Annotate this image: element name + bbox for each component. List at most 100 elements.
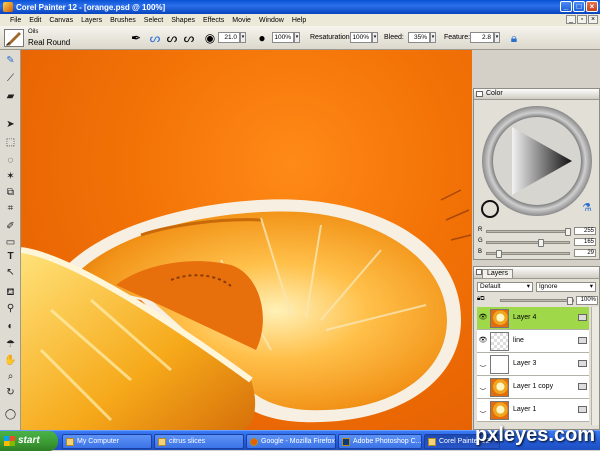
green-value[interactable]: 165 [574, 238, 596, 246]
opacity-field[interactable]: 100% [272, 32, 294, 43]
stroke-type-curve-icon[interactable]: ᔕ [181, 30, 197, 46]
task-firefox[interactable]: Google - Mozilla Firefox [246, 434, 336, 449]
depth-option-select[interactable]: Ignore ▾ [536, 282, 596, 292]
feature-stepper[interactable]: ▾ [494, 32, 500, 43]
layer-opacity-value[interactable]: 100% [576, 296, 598, 305]
menu-help[interactable]: Help [288, 17, 310, 24]
minimize-icon[interactable]: _ [560, 1, 572, 12]
magnifier-icon[interactable]: ⌕ [3, 370, 18, 384]
layer-row[interactable]: 👁︎ Layer 4 [477, 307, 589, 330]
blend-icon[interactable]: ☂ [3, 338, 18, 352]
doc-restore-icon[interactable]: ▫ [577, 15, 587, 24]
layer-name: Layer 1 [513, 406, 537, 413]
blue-value[interactable]: 29 [574, 249, 596, 257]
menu-brushes[interactable]: Brushes [106, 17, 140, 24]
layer-row[interactable]: ‿ Layer 1 copy [477, 376, 589, 399]
menu-layers[interactable]: Layers [77, 17, 106, 24]
stroke-type-straight-icon[interactable]: ᔕ [164, 30, 180, 46]
blue-slider[interactable]: B 29 [478, 249, 597, 258]
blue-slider-knob[interactable] [495, 250, 502, 258]
eye-closed-icon[interactable]: ‿ [478, 383, 488, 391]
hand-icon[interactable]: ✋ [3, 354, 18, 368]
red-slider-knob[interactable] [565, 228, 571, 236]
task-photoshop[interactable]: Adobe Photoshop C... [338, 434, 422, 449]
dab-type-icon[interactable]: ✒ [128, 30, 144, 46]
brush-selector-icon[interactable] [4, 29, 24, 47]
dodge-icon[interactable]: ◐ [3, 320, 18, 334]
menu-edit[interactable]: Edit [25, 17, 45, 24]
task-citrus-slices[interactable]: citrus slices [154, 434, 244, 449]
start-button[interactable]: start [0, 431, 58, 451]
lasso-icon[interactable]: ◌ [3, 154, 18, 168]
eraser-icon[interactable]: ▰ [3, 90, 18, 104]
layer-lock-icon[interactable]: 🔒︎⧉ [477, 296, 497, 304]
text-icon[interactable]: T [3, 250, 18, 264]
menu-movie[interactable]: Movie [228, 17, 255, 24]
layer-row[interactable]: ‿ Layer 1 [477, 399, 589, 422]
color-panel-header[interactable]: Color [474, 89, 599, 100]
layer-opacity-slider[interactable] [500, 297, 574, 305]
feature-field[interactable]: 2.8 [470, 32, 494, 43]
brush-size-field[interactable]: 21.0 [218, 32, 240, 43]
color-wheel[interactable] [480, 103, 595, 223]
task-my-computer[interactable]: My Computer [62, 434, 152, 449]
layers-tab[interactable]: Layers [482, 269, 514, 278]
red-slider[interactable]: R 255 [478, 227, 597, 236]
chevron-down-icon: ▾ [589, 283, 593, 290]
color-picker-icon[interactable]: ⚗ [582, 201, 594, 215]
menu-file[interactable]: File [6, 17, 25, 24]
menu-shapes[interactable]: Shapes [167, 17, 199, 24]
pen-icon[interactable]: ✐ [3, 220, 18, 234]
menu-select[interactable]: Select [140, 17, 167, 24]
task-label: My Computer [77, 438, 120, 445]
layer-row[interactable]: 👁︎ line [477, 330, 589, 353]
panel-window-icon[interactable] [476, 91, 483, 97]
red-value[interactable]: 255 [574, 227, 596, 235]
layer-type-icon [578, 337, 587, 344]
composite-method-select[interactable]: Default ▾ [477, 282, 533, 292]
cloner-icon[interactable]: ⚲ [3, 302, 18, 316]
menu-effects[interactable]: Effects [199, 17, 228, 24]
eye-closed-icon[interactable]: ‿ [478, 406, 488, 414]
maximize-icon[interactable]: □ [573, 1, 585, 12]
selection-arrow-icon[interactable]: ↖ [3, 266, 18, 280]
resaturation-field[interactable]: 100% [350, 32, 372, 43]
brush-size-stepper[interactable]: ▾ [240, 32, 246, 43]
eye-icon[interactable]: 👁︎ [478, 314, 488, 322]
magic-wand-icon[interactable]: ✶ [3, 170, 18, 184]
close-icon[interactable]: × [586, 1, 598, 12]
dropper-icon[interactable]: ⟋ [3, 72, 18, 86]
rectangle-shape-icon[interactable]: ▭ [3, 236, 18, 250]
brush-icon[interactable]: ✎ [3, 54, 18, 68]
layer-row[interactable]: ‿ Layer 3 [477, 353, 589, 376]
layer-adjuster-icon[interactable]: ➤ [3, 118, 18, 132]
bleed-stepper[interactable]: ▾ [430, 32, 436, 43]
stroke-type-freehand-icon[interactable]: ᔕ [147, 30, 163, 46]
color-swatch-icon[interactable]: ◯ [3, 408, 18, 422]
color-panel-title: Color [486, 90, 503, 97]
eye-closed-icon[interactable]: ‿ [478, 360, 488, 368]
transform-icon[interactable]: ⧉ [3, 186, 18, 200]
green-slider-knob[interactable] [537, 239, 544, 247]
menu-canvas[interactable]: Canvas [45, 17, 77, 24]
bleed-field[interactable]: 35% [408, 32, 430, 43]
layer-opacity-knob[interactable] [567, 297, 573, 305]
paint-bucket-icon[interactable]: ⛾ [3, 286, 18, 300]
document-canvas[interactable] [21, 50, 472, 430]
green-slider[interactable]: G 165 [478, 238, 597, 247]
layer-name: line [513, 337, 524, 344]
menu-window[interactable]: Window [255, 17, 288, 24]
doc-minimize-icon[interactable]: _ [566, 15, 576, 24]
brush-category[interactable]: Oils [28, 29, 38, 35]
eye-icon[interactable]: 👁︎ [478, 337, 488, 345]
lock-icon[interactable]: 🔒︎ [506, 30, 522, 46]
brush-variant[interactable]: Real Round [28, 38, 70, 47]
window-title-bar[interactable]: Corel Painter 12 - [orange.psd @ 100%] _… [0, 0, 600, 14]
opacity-stepper[interactable]: ▾ [294, 32, 300, 43]
resaturation-stepper[interactable]: ▾ [372, 32, 378, 43]
layer-list-scrollbar[interactable] [591, 307, 599, 425]
rect-select-icon[interactable]: ⬚ [3, 136, 18, 150]
crop-icon[interactable]: ⌗ [3, 202, 18, 216]
rotate-icon[interactable]: ↻ [3, 386, 18, 400]
doc-close-icon[interactable]: × [588, 15, 598, 24]
